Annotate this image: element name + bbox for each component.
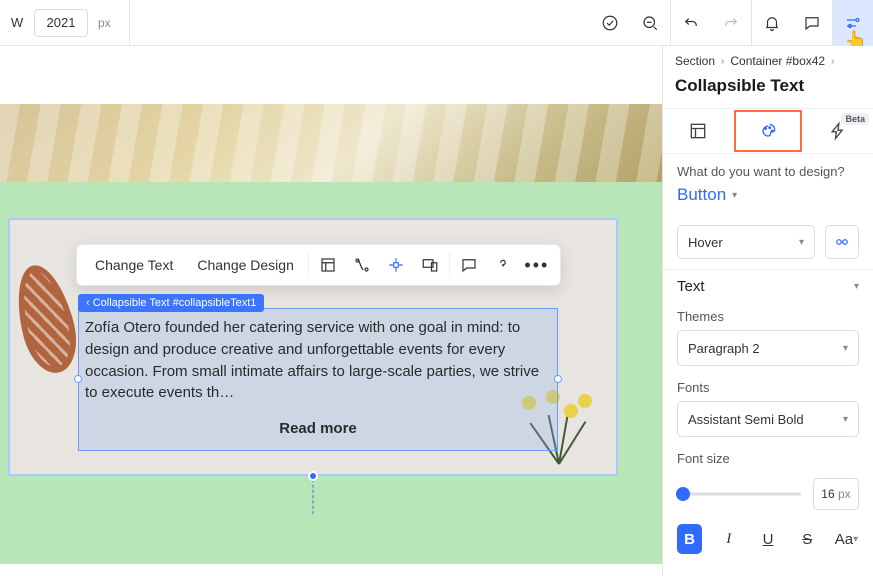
hero-image-placeholder: [0, 104, 662, 182]
text-case-button[interactable]: Aa▾: [834, 524, 859, 554]
collapsible-text-body: Zofía Otero founded her catering service…: [85, 317, 551, 404]
collapsible-text-element[interactable]: Zofía Otero founded her catering service…: [78, 308, 558, 451]
comment-icon[interactable]: [452, 245, 486, 285]
chevron-down-icon: ▾: [732, 190, 737, 201]
resize-handle-right[interactable]: [554, 375, 562, 383]
undo-button[interactable]: [671, 0, 711, 46]
redo-button: [711, 0, 751, 46]
beta-badge: Beta: [841, 113, 869, 125]
themes-select[interactable]: Paragraph 2▾: [677, 330, 859, 366]
leaf-decoration: [7, 259, 84, 378]
themes-label: Themes: [677, 309, 859, 324]
chevron-down-icon: ▾: [854, 281, 859, 292]
canvas-width-input[interactable]: [34, 9, 88, 37]
resize-handle-left[interactable]: [74, 375, 82, 383]
comments-icon[interactable]: [792, 0, 832, 46]
zoom-out-icon[interactable]: [630, 0, 670, 46]
fonts-select[interactable]: Assistant Semi Bold▾: [677, 401, 859, 437]
fonts-label: Fonts: [677, 380, 859, 395]
bold-button[interactable]: B: [677, 524, 702, 554]
help-icon[interactable]: [486, 245, 520, 285]
panel-title: Collapsible Text: [663, 72, 873, 108]
fontsize-input[interactable]: 16 px: [813, 478, 859, 510]
chevron-down-icon: ▾: [843, 414, 848, 425]
breadcrumb-container[interactable]: Container #box42: [730, 54, 825, 68]
canvas[interactable]: Change Text Change Design ••• Collapsibl…: [0, 46, 663, 576]
resize-handle-bottom[interactable]: [308, 471, 318, 481]
more-options-button[interactable]: •••: [520, 245, 554, 285]
design-question-label: What do you want to design?: [677, 164, 859, 179]
chevron-down-icon: ▾: [843, 343, 848, 354]
unit-label: px: [98, 16, 111, 30]
notifications-icon[interactable]: [752, 0, 792, 46]
apply-states-button[interactable]: [825, 225, 859, 259]
top-icon-group: [590, 0, 873, 45]
canvas-width-group: W px: [0, 0, 130, 45]
breadcrumb-section[interactable]: Section: [675, 54, 715, 68]
strikethrough-button[interactable]: S: [795, 524, 820, 554]
check-circle-icon[interactable]: [590, 0, 630, 46]
layout-icon[interactable]: [311, 245, 345, 285]
design-target-select[interactable]: Button▾: [677, 185, 859, 205]
stretch-icon[interactable]: [379, 245, 413, 285]
italic-button[interactable]: I: [716, 524, 741, 554]
inspector-tabs: Beta: [663, 108, 873, 154]
chevron-right-icon: ›: [721, 56, 724, 67]
underline-button[interactable]: U: [755, 524, 780, 554]
read-more-button[interactable]: Read more: [85, 418, 551, 440]
text-format-row: B I U S Aa▾: [663, 518, 873, 554]
responsive-icon[interactable]: [413, 245, 447, 285]
text-accordion-header[interactable]: Text▾: [663, 269, 873, 303]
change-design-button[interactable]: Change Design: [185, 245, 306, 285]
element-toolbar: Change Text Change Design •••: [76, 244, 561, 286]
inspector-panel: Section › Container #box42 › Collapsible…: [663, 46, 873, 576]
top-bar: W px: [0, 0, 873, 46]
tab-layout[interactable]: [663, 109, 733, 153]
breadcrumb: Section › Container #box42 ›: [663, 46, 873, 72]
selection-tag[interactable]: Collapsible Text #collapsibleText1: [78, 294, 264, 312]
width-label: W: [10, 15, 24, 30]
fontsize-label: Font size: [677, 451, 859, 466]
state-select[interactable]: Hover▾: [677, 225, 815, 259]
slider-thumb[interactable]: [676, 487, 690, 501]
fontsize-slider[interactable]: [677, 484, 801, 504]
tab-design[interactable]: [733, 109, 803, 153]
animation-icon[interactable]: [345, 245, 379, 285]
chevron-right-icon: ›: [831, 56, 834, 67]
chevron-down-icon: ▾: [799, 237, 804, 248]
change-text-button[interactable]: Change Text: [83, 245, 185, 285]
inspector-toggle-button[interactable]: [833, 0, 873, 46]
